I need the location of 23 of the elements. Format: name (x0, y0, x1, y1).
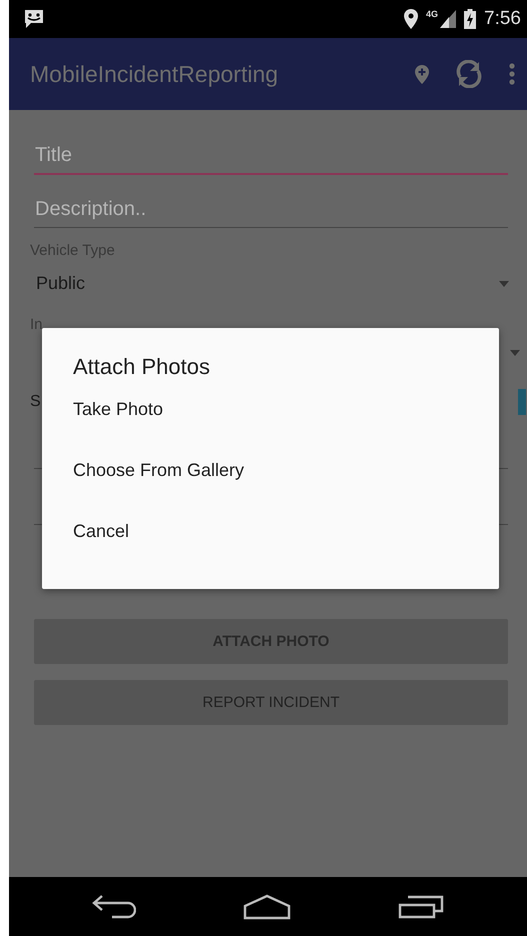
status-time: 7:56 (484, 8, 521, 30)
dropdown-arrow-icon (499, 280, 509, 286)
description-field[interactable]: Description.. (34, 194, 508, 228)
overflow-menu-icon[interactable] (509, 63, 515, 85)
dialog-option[interactable]: Cancel (73, 521, 499, 582)
battery-charging-icon (464, 9, 476, 29)
row-label: S (30, 393, 41, 411)
add-location-icon[interactable] (415, 64, 429, 84)
back-icon[interactable] (92, 894, 136, 920)
recent-apps-icon[interactable] (398, 894, 444, 918)
dialog-option[interactable]: Choose From Gallery (73, 460, 499, 521)
toggle-track[interactable] (518, 389, 526, 415)
dialog-title: Attach Photos (73, 354, 211, 380)
title-field[interactable]: Title (34, 140, 508, 175)
dropdown-arrow-icon (510, 350, 520, 356)
network-type: 4G (426, 9, 438, 19)
location-pin-icon (404, 9, 418, 29)
home-icon[interactable] (242, 894, 291, 920)
signal-icon (440, 10, 456, 28)
smiley-message-icon (23, 9, 45, 29)
sync-icon[interactable] (455, 60, 483, 88)
app-title: MobileIncidentReporting (30, 60, 278, 88)
dialog-option[interactable]: Take Photo (73, 399, 499, 460)
